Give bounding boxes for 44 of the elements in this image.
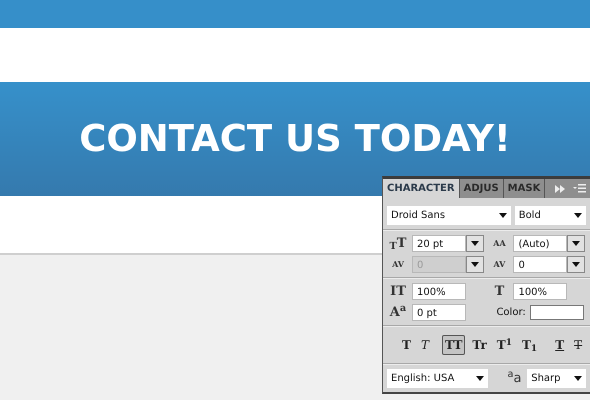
dropdown-button[interactable] bbox=[466, 256, 484, 273]
banner-heading: CONTACT US TODAY! bbox=[79, 116, 511, 162]
antialias-icon: $^{a}$a bbox=[504, 372, 526, 385]
field-icon: AV bbox=[391, 260, 405, 268]
caret-icon bbox=[476, 376, 484, 381]
field-icon: $_{T}$T bbox=[387, 237, 409, 250]
text-style-button[interactable]: T bbox=[399, 335, 414, 355]
input-field[interactable]: 20 pt bbox=[412, 235, 466, 252]
input-field[interactable]: (Auto) bbox=[513, 235, 568, 252]
caret-icon bbox=[572, 241, 580, 246]
caret-icon bbox=[471, 262, 479, 267]
input-field[interactable]: 100% bbox=[412, 283, 466, 300]
field-icon: AV bbox=[492, 260, 506, 268]
caret-icon bbox=[574, 213, 582, 218]
input-field[interactable]: 100% bbox=[513, 283, 568, 300]
field-icon: T bbox=[488, 285, 510, 298]
caret-icon bbox=[572, 262, 580, 267]
input-field[interactable]: 0 pt bbox=[412, 304, 466, 321]
language-dropdown[interactable]: English: USA bbox=[387, 369, 488, 388]
text-style-button[interactable]: T bbox=[552, 335, 568, 355]
input-field[interactable]: 0 bbox=[513, 256, 568, 273]
antialias-dropdown[interactable]: Sharp bbox=[527, 369, 586, 388]
text-style-button[interactable]: TT bbox=[442, 335, 466, 355]
text-style-button[interactable]: T$^{1}$ bbox=[494, 335, 515, 355]
text-style-button[interactable]: T bbox=[418, 335, 432, 355]
caret-icon bbox=[498, 213, 507, 218]
field-icon: A$^{a}$ bbox=[387, 306, 409, 319]
panel-tab[interactable]: CHARACTER bbox=[383, 179, 460, 198]
dropdown-button[interactable] bbox=[567, 256, 586, 273]
text-style-button[interactable]: Tr bbox=[469, 335, 490, 355]
expand-icon[interactable] bbox=[555, 184, 565, 192]
font-family-dropdown[interactable]: Droid Sans bbox=[387, 206, 511, 225]
field-icon: AA bbox=[492, 240, 506, 248]
caret-icon bbox=[574, 376, 582, 381]
text-style-button[interactable]: T$_{1}$ bbox=[518, 335, 540, 355]
color-swatch[interactable] bbox=[530, 305, 584, 320]
field-icon: IT bbox=[387, 285, 409, 298]
menu-icon[interactable] bbox=[573, 184, 586, 193]
dropdown-button[interactable] bbox=[567, 235, 586, 252]
color-label: Color: bbox=[496, 306, 526, 320]
dropdown-button[interactable] bbox=[466, 235, 484, 252]
caret-icon bbox=[471, 241, 479, 246]
font-style-dropdown[interactable]: Bold bbox=[514, 206, 586, 225]
text-style-button[interactable]: T bbox=[571, 335, 586, 355]
